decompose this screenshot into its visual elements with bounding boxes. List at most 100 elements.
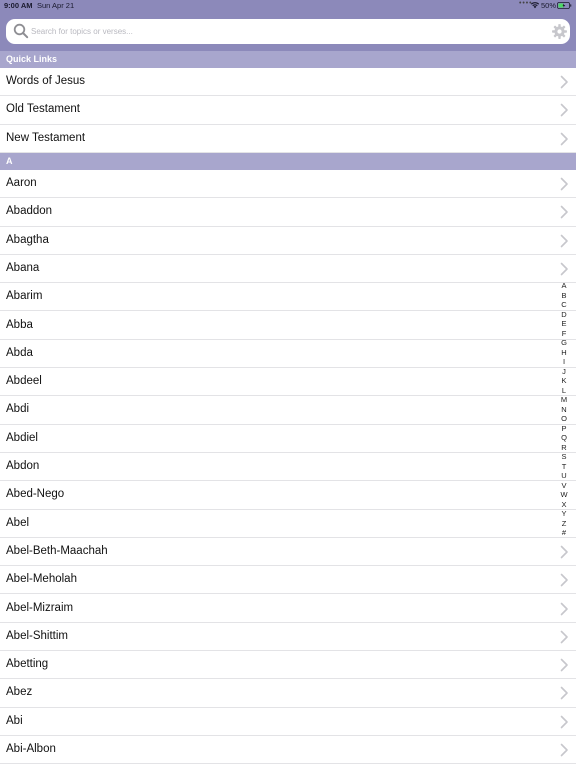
chevron-right-icon xyxy=(560,687,568,700)
row-label: Abez xyxy=(6,686,33,699)
index-letter[interactable]: E xyxy=(556,319,572,329)
topic-row[interactable]: Abez xyxy=(0,679,576,708)
index-letter[interactable]: U xyxy=(556,471,572,481)
index-letter[interactable]: I xyxy=(556,357,572,367)
topic-row[interactable]: Abel-Shittim xyxy=(0,622,576,652)
index-letter[interactable]: T xyxy=(556,462,572,472)
topic-row[interactable]: Abdon xyxy=(0,453,576,482)
index-letter[interactable]: # xyxy=(556,528,572,538)
chevron-right-icon xyxy=(560,205,568,219)
status-time: 9:00 AM xyxy=(4,1,33,10)
topic-row[interactable]: Abdiel xyxy=(0,424,576,453)
section-header-quick-links: Quick Links xyxy=(0,51,576,68)
index-letter[interactable]: Q xyxy=(556,433,572,443)
index-letter[interactable]: V xyxy=(556,481,572,491)
index-letter[interactable]: A xyxy=(556,281,572,291)
navigation-bar: 9:00 AM Sun Apr 21 • • • • 50% xyxy=(0,0,576,51)
row-label: Abi-Albon xyxy=(6,743,56,755)
index-letter[interactable]: S xyxy=(556,452,572,462)
chevron-right-icon xyxy=(560,630,568,644)
quick-link-old-testament[interactable]: Old Testament xyxy=(0,96,576,125)
row-label: Abdi xyxy=(6,403,30,416)
row-label: Abetting xyxy=(6,658,49,671)
row-label: Abarim xyxy=(6,290,43,303)
topic-row[interactable]: Abagtha xyxy=(0,226,576,255)
index-letter[interactable]: C xyxy=(556,300,572,310)
status-date: Sun Apr 21 xyxy=(37,1,75,10)
index-letter[interactable]: H xyxy=(556,348,572,358)
battery-percentage: 50% xyxy=(541,1,557,10)
index-letter[interactable]: R xyxy=(556,443,572,453)
index-letter[interactable]: G xyxy=(556,338,572,348)
battery-icon xyxy=(557,2,572,9)
topic-row[interactable]: Abi-Albon xyxy=(0,736,576,765)
chevron-right-icon xyxy=(560,234,568,247)
topic-row[interactable]: Abi xyxy=(0,707,576,736)
topic-row[interactable]: Abel-Meholah xyxy=(0,566,576,595)
quick-link-words-of-jesus[interactable]: Words of Jesus xyxy=(0,68,576,97)
section-header-a: A xyxy=(0,153,576,170)
index-letter[interactable]: N xyxy=(556,405,572,415)
search-bar[interactable] xyxy=(6,19,570,44)
status-bar: 9:00 AM Sun Apr 21 • • • • 50% xyxy=(0,0,576,12)
row-label: Abel-Beth-Maachah xyxy=(6,544,108,557)
topic-row[interactable]: Abda xyxy=(0,339,576,369)
index-letter[interactable]: Y xyxy=(556,509,572,519)
chevron-right-icon xyxy=(560,658,568,672)
gear-icon[interactable] xyxy=(551,23,568,40)
topic-row[interactable]: Abaddon xyxy=(0,198,576,227)
row-label: Abaddon xyxy=(6,205,53,218)
chevron-right-icon xyxy=(560,177,568,191)
row-label: Abel-Mizraim xyxy=(6,601,74,614)
topic-row[interactable]: Abdeel xyxy=(0,368,576,397)
row-label: Old Testament xyxy=(6,103,80,116)
row-label: Abdon xyxy=(6,460,40,472)
topic-row[interactable]: Aaron xyxy=(0,170,576,199)
row-label: Abi xyxy=(6,714,23,727)
chevron-right-icon xyxy=(560,602,568,615)
topic-row[interactable]: Abana xyxy=(0,254,576,284)
chevron-right-icon xyxy=(560,715,568,728)
row-label: Abel-Shittim xyxy=(6,629,68,642)
topic-row[interactable]: Abdi xyxy=(0,396,576,425)
topic-row[interactable]: Abed-Nego xyxy=(0,481,576,510)
index-letter[interactable]: L xyxy=(556,386,572,396)
index-letter[interactable]: B xyxy=(556,291,572,301)
topic-row[interactable]: Abba xyxy=(0,311,576,340)
wifi-icon xyxy=(530,2,540,9)
topic-row[interactable]: Abarim xyxy=(0,283,576,312)
index-letter[interactable]: X xyxy=(556,500,572,510)
row-label: Abana xyxy=(6,261,40,274)
chevron-right-icon xyxy=(560,103,568,117)
row-label: Words of Jesus xyxy=(6,75,86,87)
index-letter[interactable]: F xyxy=(556,329,572,339)
chevron-right-icon xyxy=(560,75,568,89)
index-letter[interactable]: W xyxy=(556,490,572,500)
index-letter[interactable]: D xyxy=(556,310,572,320)
row-label: Abdiel xyxy=(6,431,38,444)
row-label: Abel-Meholah xyxy=(6,573,77,586)
index-letter[interactable]: M xyxy=(556,395,572,405)
chevron-right-icon xyxy=(560,545,568,559)
section-index-bar[interactable]: A B C D E F G H I J K L M N O P Q R S T … xyxy=(556,281,572,539)
index-letter[interactable]: J xyxy=(556,367,572,377)
row-label: Abdeel xyxy=(6,375,42,388)
index-letter[interactable]: O xyxy=(556,414,572,424)
topic-row[interactable]: Abel-Mizraim xyxy=(0,594,576,623)
row-label: Abel xyxy=(6,516,30,529)
index-letter[interactable]: Z xyxy=(556,519,572,529)
row-label: Aaron xyxy=(6,177,37,189)
row-label: Abed-Nego xyxy=(6,488,65,501)
search-input[interactable] xyxy=(31,22,531,41)
row-label: New Testament xyxy=(6,131,86,144)
search-icon xyxy=(13,23,29,39)
index-letter[interactable]: P xyxy=(556,424,572,434)
topic-row[interactable]: Abel-Beth-Maachah xyxy=(0,537,576,567)
topic-row[interactable]: Abel xyxy=(0,509,576,538)
topic-row[interactable]: Abetting xyxy=(0,651,576,680)
row-label: Abda xyxy=(6,346,33,359)
quick-link-new-testament[interactable]: New Testament xyxy=(0,124,576,153)
row-label: Abagtha xyxy=(6,233,49,246)
chevron-right-icon xyxy=(560,743,568,757)
index-letter[interactable]: K xyxy=(556,376,572,386)
